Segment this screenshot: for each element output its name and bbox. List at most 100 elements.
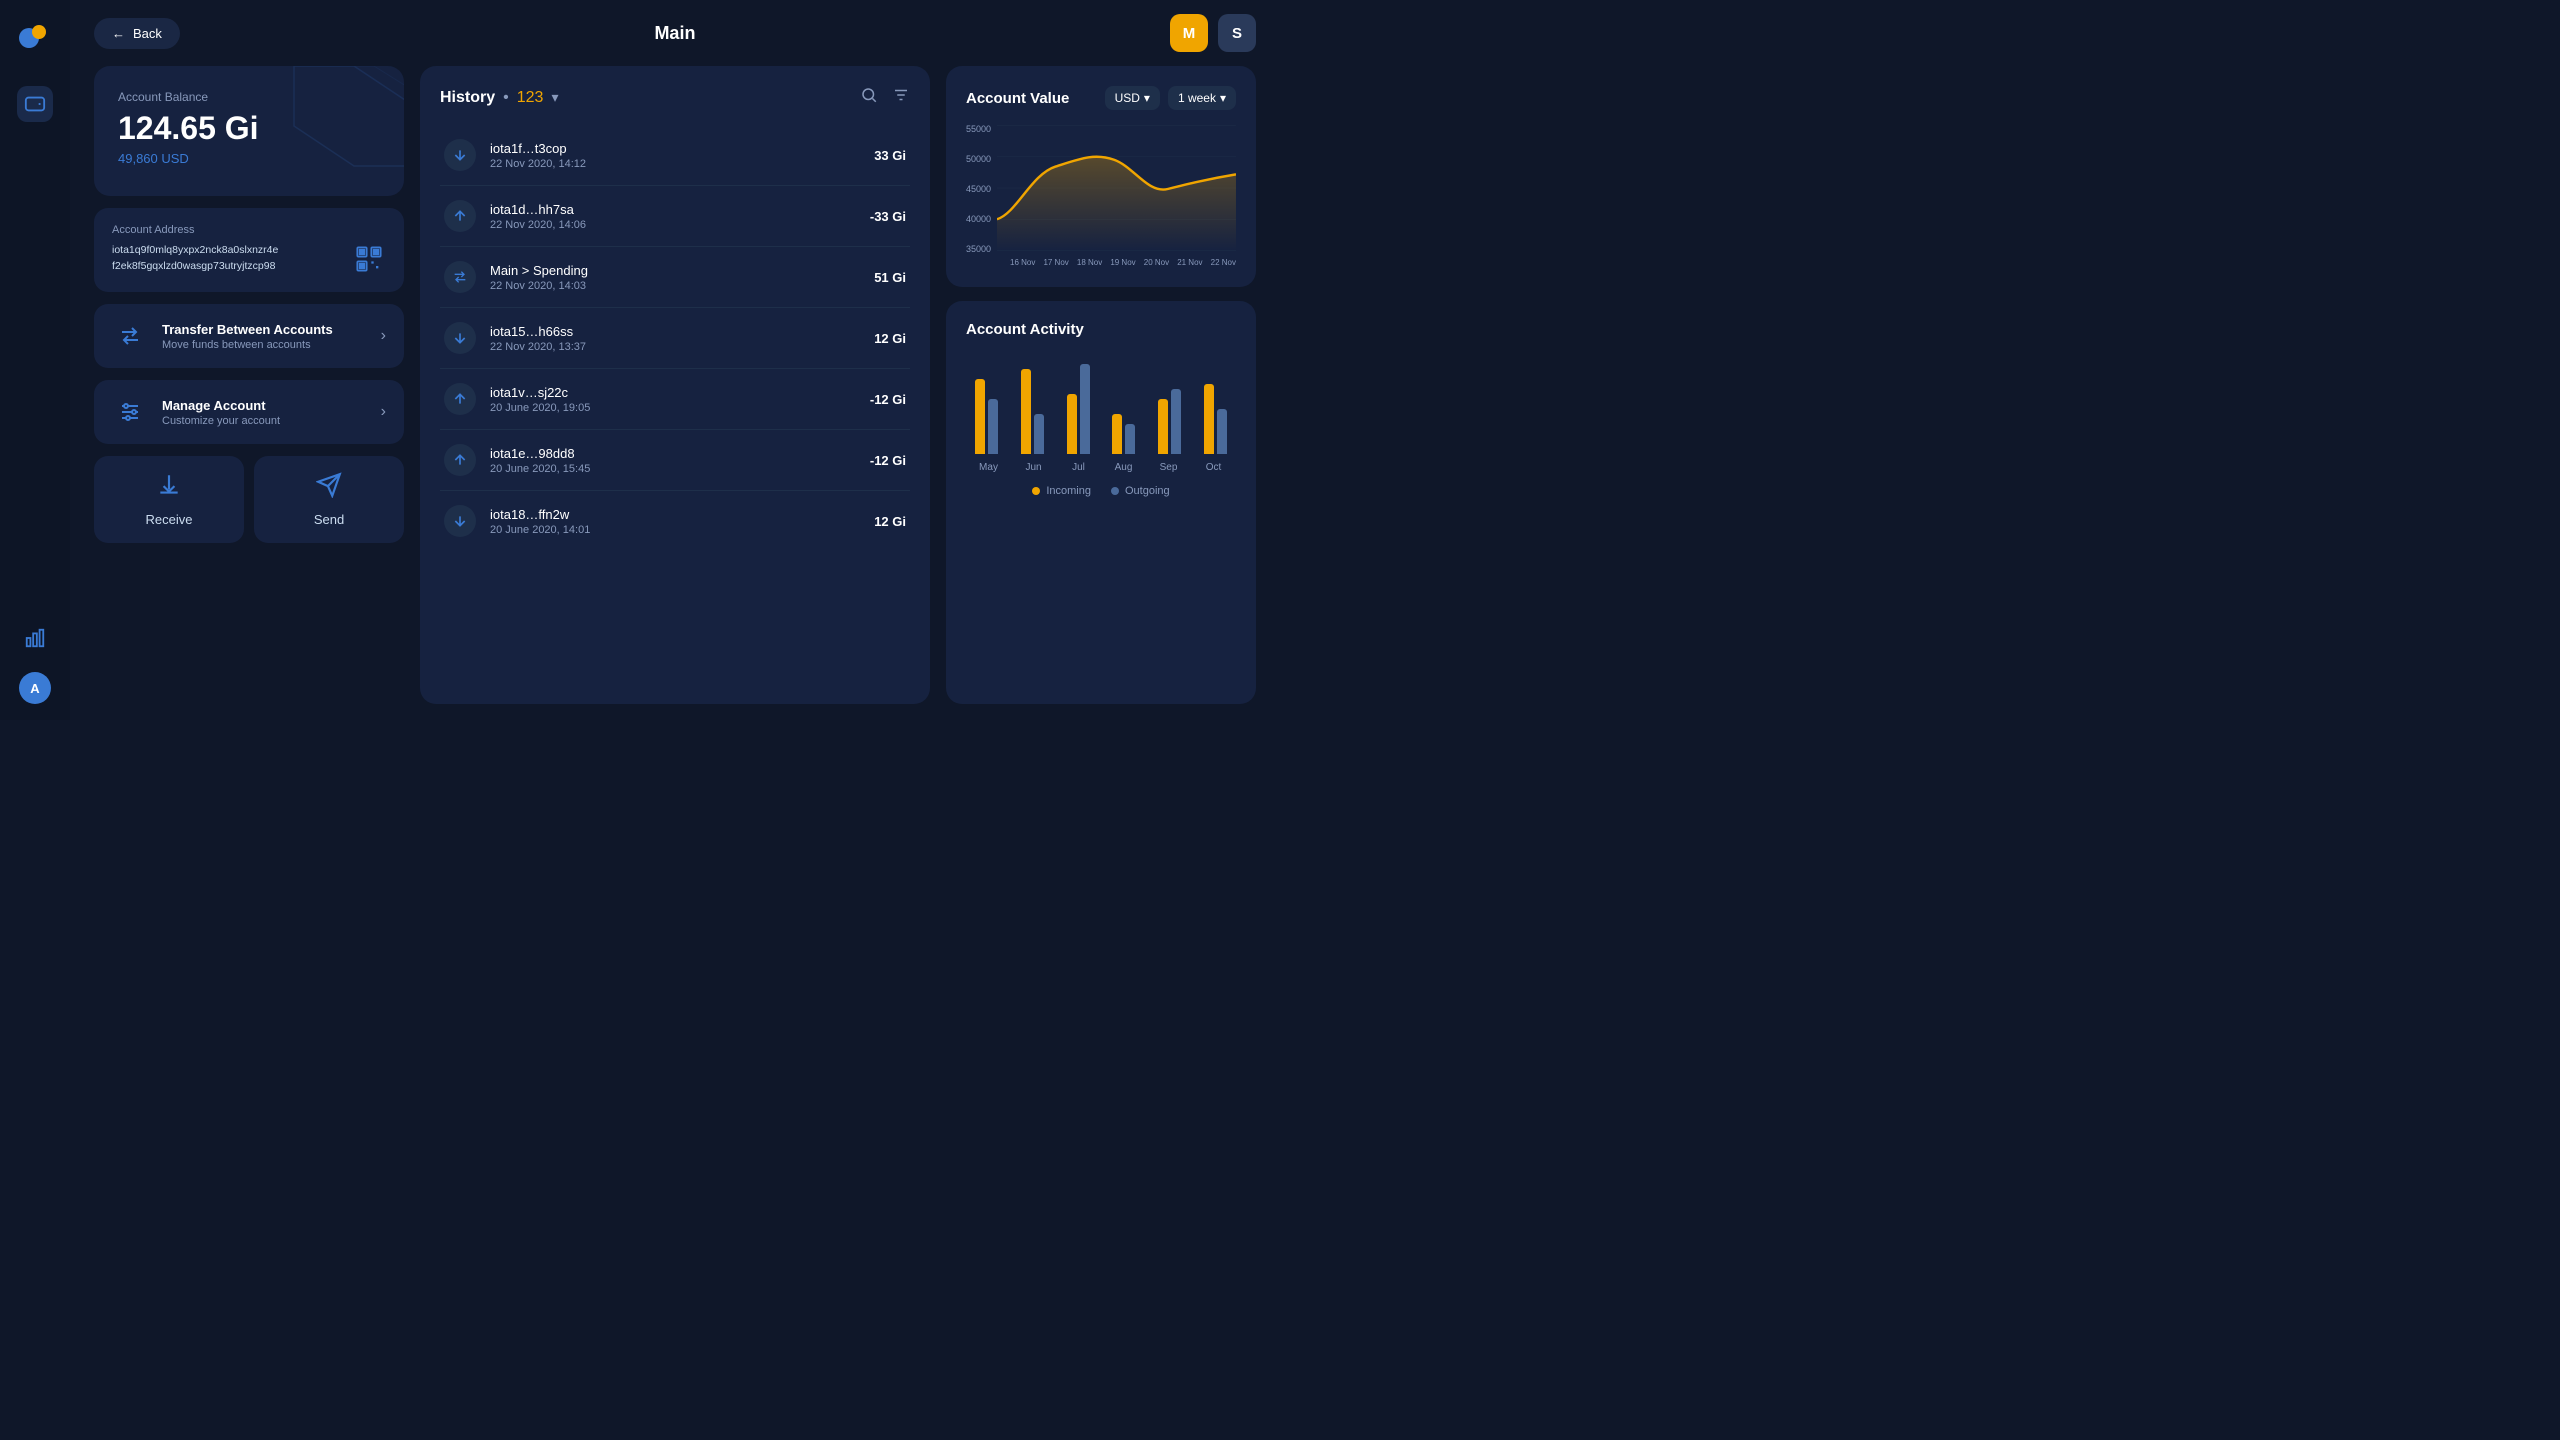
transfer-action-card[interactable]: Transfer Between Accounts Move funds bet…: [94, 304, 404, 368]
filter-icon[interactable]: [892, 86, 910, 109]
back-label: Back: [133, 26, 162, 41]
account-value-card: Account Value USD ▾ 1 week ▾: [946, 66, 1256, 287]
send-label: Send: [314, 512, 344, 527]
receive-button[interactable]: Receive: [94, 456, 244, 543]
x-label-0: 16 Nov: [1010, 258, 1035, 267]
balance-bg-decoration: [274, 66, 404, 181]
manage-text: Manage Account Customize your account: [162, 398, 367, 427]
columns-layout: Account Balance 124.65 Gi 49,860 USD Acc…: [70, 66, 1280, 720]
tx-address: Main > Spending: [490, 263, 860, 278]
bar-outgoing: [1171, 389, 1181, 454]
bar-x-jul: Jul: [1064, 462, 1094, 473]
activity-title: Account Activity: [966, 321, 1236, 338]
left-column: Account Balance 124.65 Gi 49,860 USD Acc…: [94, 66, 404, 704]
bar-group: [975, 379, 998, 454]
manage-action-card[interactable]: Manage Account Customize your account ›: [94, 380, 404, 444]
bar-chart: [966, 354, 1236, 454]
bar-x-aug: Aug: [1109, 462, 1139, 473]
bar-x-sep: Sep: [1154, 462, 1184, 473]
bar-group: [1021, 369, 1044, 454]
bar-incoming: [1021, 369, 1031, 454]
history-title: History: [440, 89, 495, 107]
tx-info: iota1d…hh7sa 22 Nov 2020, 14:06: [490, 202, 856, 231]
history-item[interactable]: iota1f…t3cop 22 Nov 2020, 14:12 33 Gi: [440, 125, 910, 186]
tx-info: iota1v…sj22c 20 June 2020, 19:05: [490, 385, 856, 414]
bar-incoming: [1067, 394, 1077, 454]
currency-dropdown[interactable]: USD ▾: [1105, 86, 1160, 110]
chart-legend: Incoming Outgoing: [966, 485, 1236, 497]
sidebar-avatar-a[interactable]: A: [19, 672, 51, 704]
chart-title: Account Value: [966, 90, 1069, 107]
period-chevron-icon: ▾: [1220, 91, 1226, 105]
bar-x-labels: May Jun Jul Aug Sep Oct: [966, 462, 1236, 473]
tx-date: 22 Nov 2020, 14:12: [490, 158, 860, 170]
tx-address: iota1v…sj22c: [490, 385, 856, 400]
tx-info: iota15…h66ss 22 Nov 2020, 13:37: [490, 324, 860, 353]
history-item[interactable]: iota1v…sj22c 20 June 2020, 19:05 -12 Gi: [440, 369, 910, 430]
topbar: ← Back Main M S: [70, 0, 1280, 66]
legend-outgoing-label: Outgoing: [1125, 485, 1170, 497]
manage-arrow-icon: ›: [381, 403, 386, 421]
balance-card: Account Balance 124.65 Gi 49,860 USD: [94, 66, 404, 196]
sidebar-item-charts[interactable]: [17, 620, 53, 656]
x-labels: 16 Nov 17 Nov 18 Nov 19 Nov 20 Nov 21 No…: [966, 258, 1236, 267]
tx-amount: 51 Gi: [874, 270, 906, 285]
tx-type-icon: [444, 200, 476, 232]
avatar-m[interactable]: M: [1170, 14, 1208, 52]
bar-outgoing: [988, 399, 998, 454]
legend-outgoing: Outgoing: [1111, 485, 1170, 497]
tx-type-icon: [444, 261, 476, 293]
avatar-s[interactable]: S: [1218, 14, 1256, 52]
app-logo[interactable]: [15, 16, 55, 56]
tx-amount: -12 Gi: [870, 392, 906, 407]
address-label: Account Address: [112, 224, 386, 236]
transfer-text: Transfer Between Accounts Move funds bet…: [162, 322, 367, 351]
x-label-1: 17 Nov: [1043, 258, 1068, 267]
history-item[interactable]: iota18…ffn2w 20 June 2020, 14:01 12 Gi: [440, 491, 910, 551]
search-icon[interactable]: [860, 86, 878, 109]
back-button[interactable]: ← Back: [94, 18, 180, 49]
history-chevron-icon[interactable]: ▾: [551, 89, 558, 106]
line-chart: 55000 50000 45000 40000 35000: [966, 124, 1236, 267]
manage-icon: [112, 394, 148, 430]
legend-incoming: Incoming: [1032, 485, 1091, 497]
bar-incoming: [1112, 414, 1122, 454]
history-item[interactable]: Main > Spending 22 Nov 2020, 14:03 51 Gi: [440, 247, 910, 308]
bar-x-jun: Jun: [1019, 462, 1049, 473]
sidebar-item-wallet[interactable]: [17, 86, 53, 122]
tx-info: iota1e…98dd8 20 June 2020, 15:45: [490, 446, 856, 475]
bar-outgoing: [1034, 414, 1044, 454]
legend-incoming-dot: [1032, 487, 1040, 495]
history-dot: •: [503, 89, 509, 107]
back-arrow-icon: ←: [112, 26, 125, 41]
history-item[interactable]: iota15…h66ss 22 Nov 2020, 13:37 12 Gi: [440, 308, 910, 369]
history-item[interactable]: iota1d…hh7sa 22 Nov 2020, 14:06 -33 Gi: [440, 186, 910, 247]
tx-info: iota1f…t3cop 22 Nov 2020, 14:12: [490, 141, 860, 170]
tx-date: 20 June 2020, 15:45: [490, 463, 856, 475]
tx-date: 20 June 2020, 19:05: [490, 402, 856, 414]
tx-info: Main > Spending 22 Nov 2020, 14:03: [490, 263, 860, 292]
history-actions: [860, 86, 910, 109]
history-item[interactable]: iota1e…98dd8 20 June 2020, 15:45 -12 Gi: [440, 430, 910, 491]
bar-outgoing: [1080, 364, 1090, 454]
transfer-arrow-icon: ›: [381, 327, 386, 345]
bar-x-may: May: [974, 462, 1004, 473]
qr-code-icon[interactable]: [352, 242, 386, 276]
x-label-3: 19 Nov: [1110, 258, 1135, 267]
tx-type-icon: [444, 444, 476, 476]
legend-incoming-label: Incoming: [1046, 485, 1091, 497]
history-header: History • 123 ▾: [440, 86, 910, 109]
manage-title: Manage Account: [162, 398, 367, 413]
line-chart-svg: [997, 124, 1236, 254]
middle-column: History • 123 ▾: [420, 66, 930, 704]
bar-incoming: [1204, 384, 1214, 454]
manage-subtitle: Customize your account: [162, 415, 367, 427]
tx-address: iota1e…98dd8: [490, 446, 856, 461]
legend-outgoing-dot: [1111, 487, 1119, 495]
transfer-title: Transfer Between Accounts: [162, 322, 367, 337]
x-label-4: 20 Nov: [1144, 258, 1169, 267]
send-button[interactable]: Send: [254, 456, 404, 543]
period-dropdown[interactable]: 1 week ▾: [1168, 86, 1236, 110]
tx-amount: 12 Gi: [874, 331, 906, 346]
main-content: ← Back Main M S Account Balance 124.65 G…: [70, 0, 1280, 720]
